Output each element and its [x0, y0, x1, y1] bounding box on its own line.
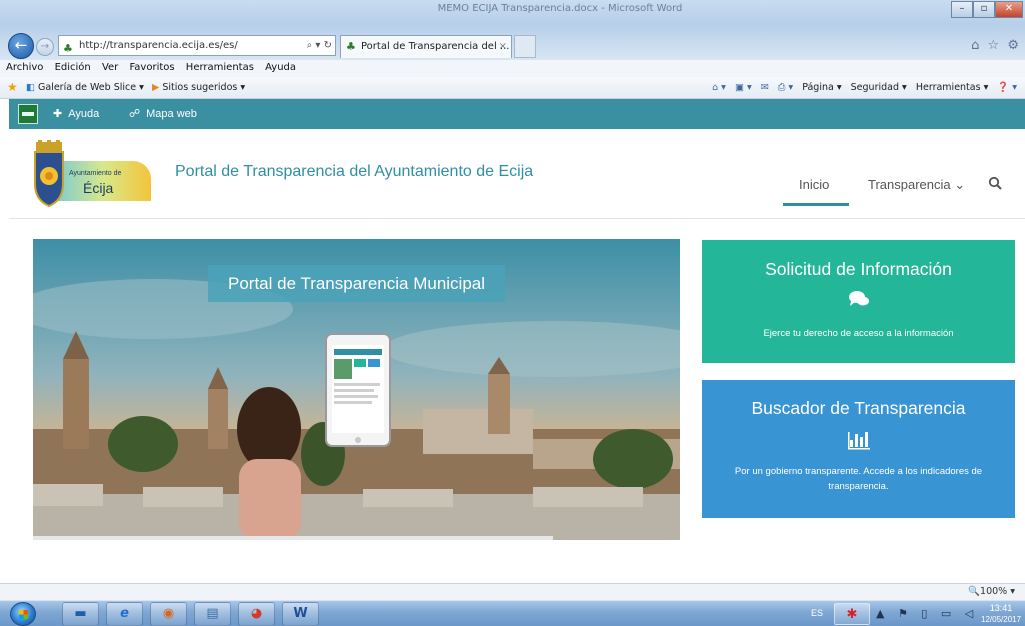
menu-herramientas[interactable]: Herramientas — [186, 62, 254, 73]
taskbar-media-player[interactable]: ◉ — [150, 602, 187, 626]
folder-icon: ▤ — [206, 606, 219, 621]
address-bar[interactable]: ♣ http://transparencia.ecija.es/es/ ⌕ ▾ … — [58, 35, 336, 56]
menu-ver[interactable]: Ver — [102, 62, 118, 73]
city-crest-icon — [34, 140, 64, 208]
address-url: http://transparencia.ecija.es/es/ — [79, 40, 238, 51]
bar-chart-icon — [702, 430, 1015, 455]
junta-logo-icon[interactable] — [18, 104, 38, 124]
menu-archivo[interactable]: Archivo — [6, 62, 43, 73]
minimize-button[interactable]: – — [951, 1, 973, 18]
card-title: Solicitud de Información — [765, 259, 952, 279]
site-title[interactable]: Portal de Transparencia del Ayuntamiento… — [175, 163, 533, 181]
app-icon: ▬ — [74, 606, 87, 621]
taskbar-chrome[interactable]: ◕ — [238, 602, 275, 626]
windows-taskbar: ▬ e ◉ ▤ ◕ W ES ✱ ▲ ⚑ ▯ ▭ ◁ 13:41 12/05/2… — [0, 600, 1025, 626]
navigation-row: ← → ♣ http://transparencia.ecija.es/es/ … — [0, 32, 1025, 60]
language-indicator[interactable]: ES — [806, 601, 828, 626]
favorites-star-icon[interactable]: ★ — [7, 77, 18, 98]
system-tray-icons[interactable]: ▲ ⚑ ▯ ▭ ◁ — [876, 601, 978, 626]
taskbar-word[interactable]: W — [282, 602, 319, 626]
fav-suggested-sites[interactable]: ▶ Sitios sugeridos ▾ — [152, 77, 245, 98]
chrome-icon: ◕ — [250, 606, 263, 621]
mail-icon[interactable]: ✉ — [761, 82, 769, 93]
sitemap-icon: ☍ — [129, 107, 141, 120]
nav-inicio[interactable]: Inicio — [799, 177, 829, 192]
menu-ayuda[interactable]: Ayuda — [265, 62, 296, 73]
nav-active-indicator — [783, 203, 849, 206]
print-icon[interactable]: ⎙ ▾ — [778, 82, 793, 93]
taskbar-app-1[interactable]: ▬ — [62, 602, 99, 626]
taskbar-file-explorer[interactable]: ▤ — [194, 602, 231, 626]
browser-tab-active[interactable]: ♣ Portal de Transparencia del ... × — [340, 35, 512, 58]
hero-banner-title: Portal de Transparencia Municipal — [208, 265, 505, 302]
back-button[interactable]: ← — [8, 33, 34, 59]
site-favicon-icon: ♣ — [63, 42, 73, 55]
tools-menu[interactable]: Herramientas ▾ — [916, 82, 989, 93]
card-solicitud-informacion[interactable]: Solicitud de Información Ejerce tu derec… — [702, 240, 1015, 363]
sitemap-link[interactable]: ☍ Mapa web — [129, 99, 197, 129]
window-title: MEMO ECIJA Transparencia.docx - Microsof… — [437, 3, 683, 14]
security-menu[interactable]: Seguridad ▾ — [851, 82, 907, 93]
tab-favicon-icon: ♣ — [346, 40, 356, 53]
zoom-level[interactable]: 🔍100% ▾ — [968, 584, 1015, 600]
site-top-bar: ✚ Ayuda ☍ Mapa web — [9, 99, 1025, 129]
card-description: Por un gobierno transparente. Accede a l… — [734, 466, 983, 492]
media-player-icon: ◉ — [162, 606, 175, 621]
close-window-button[interactable]: ✕ — [995, 1, 1023, 18]
menu-edicion[interactable]: Edición — [55, 62, 91, 73]
hero-caption-bar — [33, 536, 553, 540]
chat-bubbles-icon — [702, 290, 1015, 313]
ayuntamiento-logo[interactable]: Ayuntamiento de Écija — [33, 140, 151, 210]
maximize-button[interactable]: ▫ — [973, 1, 995, 18]
clock-time: 13:41 — [989, 603, 1013, 613]
logo-subtitle: Ayuntamiento de — [69, 170, 122, 177]
favorites-bar: ★ ◧ Galería de Web Slice ▾ ▶ Sitios suge… — [0, 77, 1025, 99]
command-bar: ⌂ ▾ ▣ ▾ ✉ ⎙ ▾ Página ▾ Seguridad ▾ Herra… — [706, 77, 1017, 98]
card-buscador-transparencia[interactable]: Buscador de Transparencia Por un gobiern… — [702, 380, 1015, 518]
clock-date: 12/05/2017 — [981, 615, 1022, 624]
window-controls: – ▫ ✕ — [951, 1, 1023, 19]
card-description: Ejerce tu derecho de acceso a la informa… — [763, 328, 954, 339]
browser-chrome: MEMO ECIJA Transparencia.docx - Microsof… — [0, 0, 1025, 62]
hero-slider[interactable]: Portal de Transparencia Municipal — [33, 239, 680, 540]
menu-bar: Archivo Edición Ver Favoritos Herramient… — [0, 60, 1025, 77]
page-menu[interactable]: Página ▾ — [802, 82, 841, 93]
taskbar-internet-explorer[interactable]: e — [106, 602, 143, 626]
new-tab-button[interactable] — [514, 35, 536, 58]
tab-close-icon[interactable]: × — [499, 36, 507, 57]
tray-app-icon[interactable]: ✱ — [834, 603, 870, 625]
address-actions[interactable]: ⌕ ▾ ↻ — [307, 36, 332, 55]
taskbar-clock[interactable]: 13:41 12/05/2017 — [981, 603, 1021, 625]
internet-explorer-icon: e — [120, 606, 129, 621]
web-slice-icon: ◧ — [26, 82, 35, 93]
home-icon[interactable]: ⌂ ▾ — [712, 82, 726, 93]
fav-web-slice-gallery[interactable]: ◧ Galería de Web Slice ▾ — [26, 77, 144, 98]
browser-status-bar: 🔍100% ▾ — [0, 583, 1025, 600]
card-title: Buscador de Transparencia — [751, 398, 966, 418]
home-favorites-tools-icons[interactable]: ⌂ ☆ ⚙ — [971, 38, 1021, 53]
help-link[interactable]: ✚ Ayuda — [53, 99, 99, 129]
tab-label: Portal de Transparencia del ... — [361, 41, 510, 52]
word-icon: W — [293, 606, 308, 621]
menu-favoritos[interactable]: Favoritos — [129, 62, 174, 73]
site-header: Ayuntamiento de Écija Portal de Transpar… — [9, 129, 1025, 219]
logo-city-name: Écija — [83, 180, 114, 196]
help-circle-icon: ✚ — [53, 107, 63, 120]
help-icon[interactable]: ❓ ▾ — [997, 82, 1017, 93]
feeds-icon[interactable]: ▣ ▾ — [735, 82, 752, 93]
start-button[interactable] — [10, 602, 36, 626]
search-icon[interactable] — [988, 176, 1002, 190]
suggested-sites-icon: ▶ — [152, 82, 160, 93]
forward-button[interactable]: → — [36, 38, 54, 56]
nav-transparencia[interactable]: Transparencia ⌄ — [868, 177, 965, 193]
